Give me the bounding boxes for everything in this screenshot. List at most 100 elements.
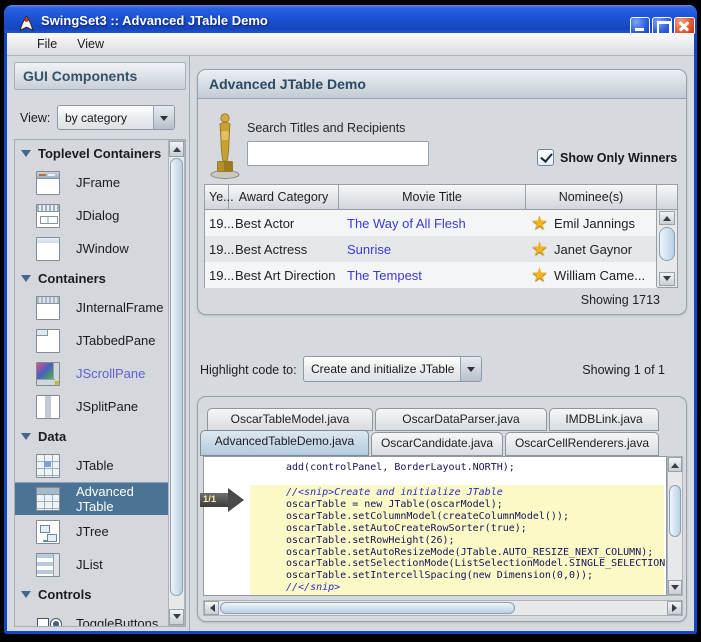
tree-item-jtree[interactable]: JTree	[15, 515, 170, 548]
tree-section-controls[interactable]: Controls	[15, 581, 170, 607]
titlebar[interactable]: SwingSet3 :: Advanced JTable Demo	[4, 5, 697, 33]
jframe-icon	[36, 171, 60, 195]
tree-item-label: JSplitPane	[76, 399, 138, 414]
search-input[interactable]	[247, 141, 429, 166]
scrollbar-thumb[interactable]	[659, 227, 675, 261]
column-header-category[interactable]: Award Category	[229, 185, 339, 209]
tree-item-jinternalframe[interactable]: JInternalFrame	[15, 291, 170, 324]
demo-panel-title: Advanced JTable Demo	[198, 70, 686, 99]
tree-item-jtabbedpane[interactable]: JTabbedPane	[15, 324, 170, 357]
collapse-triangle-icon	[21, 150, 31, 162]
collapse-triangle-icon	[21, 275, 31, 287]
cell-nominee: Emil Jannings	[554, 216, 635, 231]
scroll-up-button[interactable]	[668, 457, 682, 472]
winner-star-icon: ★	[531, 240, 548, 259]
code-line: oscarTable.setAutoResizeMode(JTable.AUTO…	[286, 547, 664, 559]
jtable-icon	[36, 454, 60, 478]
tree-section-data[interactable]: Data	[15, 423, 170, 449]
tree-item-jwindow[interactable]: JWindow	[15, 232, 170, 265]
scroll-left-button[interactable]	[204, 601, 219, 615]
jlist-icon	[36, 553, 60, 577]
cell-year: 19...	[205, 242, 229, 257]
tree-item-jsplitpane[interactable]: JSplitPane	[15, 390, 170, 423]
tree-item-jtable[interactable]: JTable	[15, 449, 170, 482]
menu-view[interactable]: View	[67, 34, 114, 54]
tree-section-toplevel-containers[interactable]: Toplevel Containers	[15, 140, 170, 166]
scroll-right-button[interactable]	[667, 601, 682, 615]
down-arrow-icon	[663, 276, 671, 285]
movie-link[interactable]: Sunrise	[339, 242, 526, 257]
tree-item-togglebuttons[interactable]: ToggleButtons	[15, 607, 170, 627]
column-header-nominee[interactable]: Nominee(s)	[526, 185, 657, 209]
tab-oscardataparser[interactable]: OscarDataParser.java	[375, 408, 547, 431]
tab-imdblink[interactable]: IMDBLink.java	[549, 408, 659, 431]
scroll-up-button[interactable]	[169, 141, 184, 157]
show-only-winners-checkbox[interactable]	[537, 149, 554, 166]
section-label: Controls	[38, 587, 91, 602]
code-line: oscarTable.setRowHeight(26);	[286, 535, 664, 547]
tree-section-containers[interactable]: Containers	[15, 265, 170, 291]
tab-advancedtabledemo[interactable]: AdvancedTableDemo.java	[200, 430, 369, 456]
view-label: View:	[20, 111, 50, 125]
tree-item-jdialog[interactable]: JDialog	[15, 199, 170, 232]
code-vertical-scrollbar[interactable]	[667, 456, 683, 596]
table-row[interactable]: 19... Best Actress Sunrise ★Janet Gaynor	[205, 236, 657, 262]
code-line: oscarTable.setColumnModel(createColumnMo…	[286, 511, 664, 523]
tab-oscarcellrenderers[interactable]: OscarCellRenderers.java	[505, 432, 659, 456]
window-title: SwingSet3 :: Advanced JTable Demo	[41, 11, 268, 31]
table-row[interactable]: 19... Best Actor The Way of All Flesh ★E…	[205, 210, 657, 236]
column-header-movie[interactable]: Movie Title	[339, 185, 526, 209]
search-label: Search Titles and Recipients	[247, 121, 405, 135]
highlight-combobox-arrow-button[interactable]	[460, 357, 481, 381]
cell-nominee: William Came...	[554, 268, 645, 283]
sidebar-title: GUI Components	[14, 62, 186, 90]
scrollbar-thumb[interactable]	[220, 602, 515, 614]
cell-category: Best Art Direction	[229, 268, 339, 283]
code-comment: //</snip>	[286, 582, 664, 594]
cell-category: Best Actor	[229, 216, 339, 231]
tab-oscarcandidate[interactable]: OscarCandidate.java	[371, 432, 503, 456]
movie-link[interactable]: The Tempest	[339, 268, 526, 283]
down-arrow-icon	[173, 614, 181, 623]
highlighted-code-block: //<snip>Create and initialize JTable osc…	[250, 485, 664, 596]
tree-item-label: JList	[76, 557, 103, 572]
code-line: oscarTable = new JTable(oscarModel);	[286, 499, 664, 511]
movie-link[interactable]: The Way of All Flesh	[339, 216, 526, 231]
scroll-down-button[interactable]	[169, 609, 184, 625]
table-scrollbar[interactable]	[656, 210, 677, 287]
tab-oscartablemodel[interactable]: OscarTableModel.java	[207, 408, 373, 431]
menu-file[interactable]: File	[27, 34, 67, 54]
code-viewer: add(controlPanel, BorderLayout.NORTH); /…	[203, 456, 667, 596]
section-label: Toplevel Containers	[38, 146, 161, 161]
view-combobox[interactable]: by category	[57, 105, 175, 130]
scroll-down-button[interactable]	[668, 580, 682, 595]
tree-item-label: JTabbedPane	[76, 333, 156, 348]
sidebar-scrollbar[interactable]	[168, 140, 185, 626]
tree-item-label: JWindow	[76, 241, 129, 256]
scrollbar-thumb[interactable]	[170, 158, 183, 596]
highlight-code-label: Highlight code to:	[200, 363, 297, 377]
code-horizontal-scrollbar[interactable]	[203, 600, 683, 616]
snippet-marker-arrow: 1/1	[200, 488, 246, 512]
cell-year: 19...	[205, 216, 229, 231]
table-row[interactable]: 19... Best Art Direction The Tempest ★Wi…	[205, 262, 657, 288]
tree-item-jframe[interactable]: JFrame	[15, 166, 170, 199]
scroll-up-button[interactable]	[659, 211, 675, 225]
up-arrow-icon	[173, 143, 181, 152]
column-header-year[interactable]: Ye...	[205, 185, 229, 209]
tree-item-label: ToggleButtons	[76, 616, 158, 627]
tree-item-jlist[interactable]: JList	[15, 548, 170, 581]
oscar-table: Ye... Award Category Movie Title Nominee…	[204, 184, 678, 288]
highlight-code-combobox[interactable]: Create and initialize JTable	[303, 356, 482, 382]
up-arrow-icon	[663, 212, 671, 221]
show-only-winners-label[interactable]: Show Only Winners	[560, 151, 677, 165]
tree-item-advanced-jtable[interactable]: Advanced JTable	[15, 482, 170, 515]
tree-item-jscrollpane[interactable]: JScrollPane	[15, 357, 170, 390]
scrollbar-thumb[interactable]	[669, 485, 681, 537]
view-combobox-arrow-button[interactable]	[153, 106, 174, 129]
snippet-status-text: Showing 1 of 1	[500, 363, 665, 377]
tree-item-label: JInternalFrame	[76, 300, 163, 315]
tree-item-label: JTree	[76, 524, 109, 539]
code-line: oscarTable.setAutoCreateRowSorter(true);	[286, 523, 664, 535]
scroll-down-button[interactable]	[659, 272, 675, 286]
